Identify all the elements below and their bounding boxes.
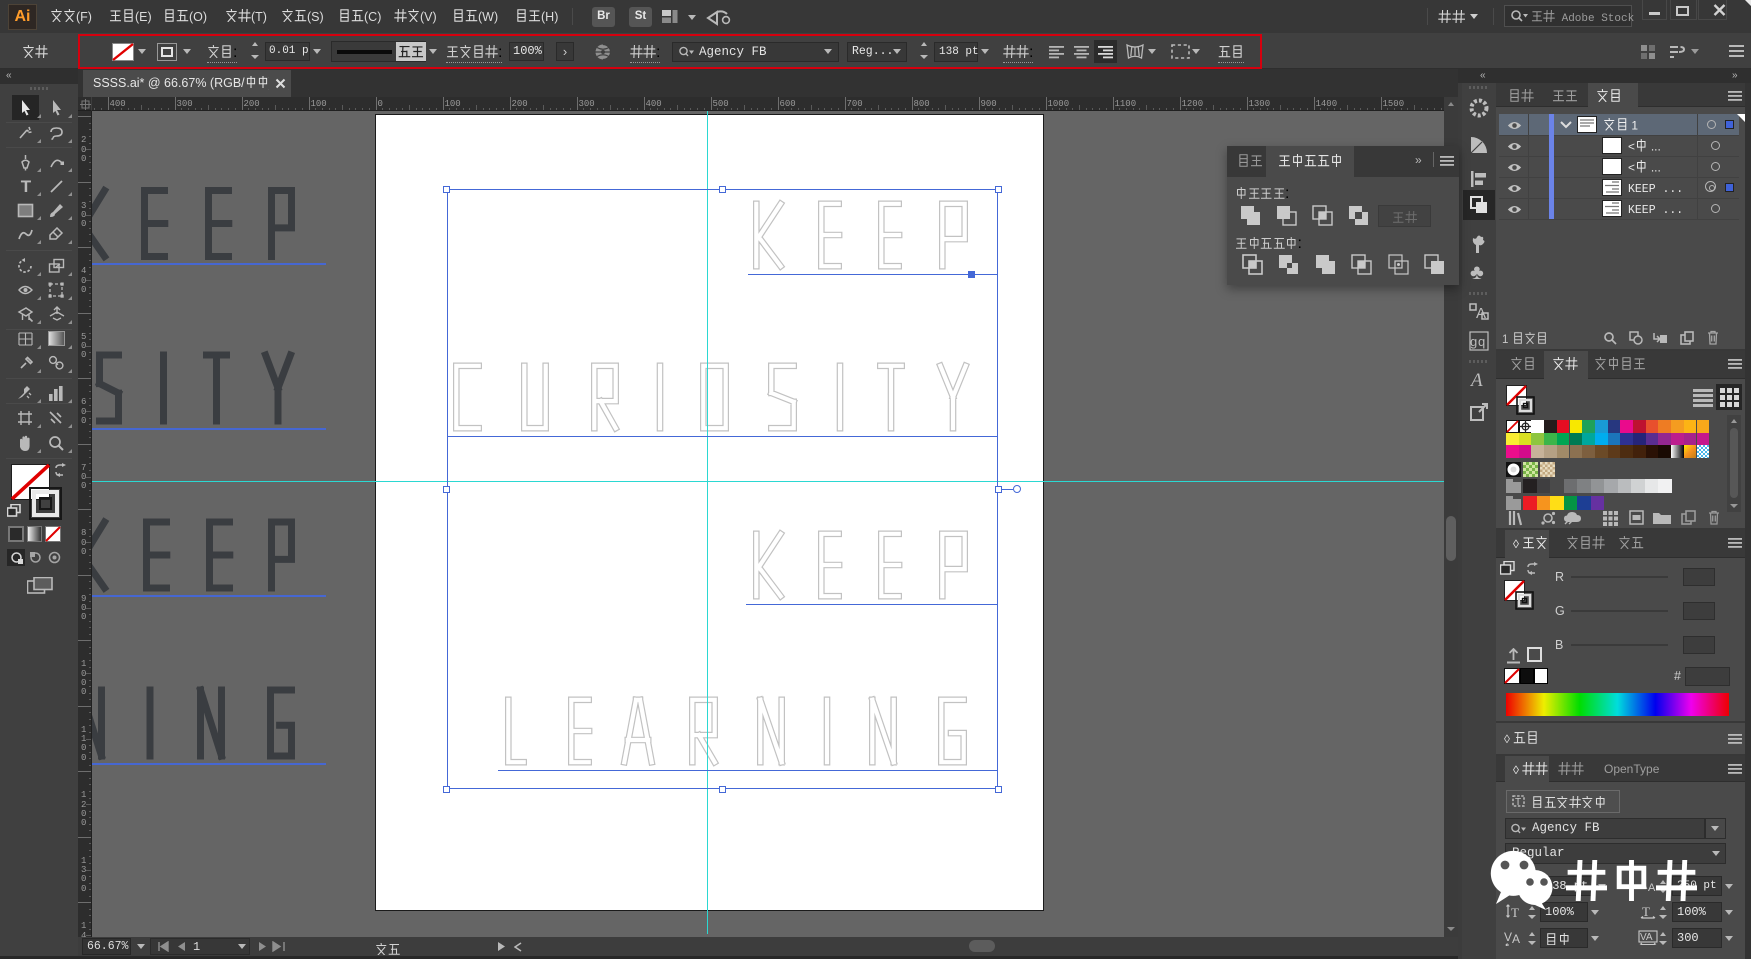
svg-text:g: g	[1470, 334, 1477, 349]
svg-text:T: T	[1515, 797, 1521, 808]
svg-text:VA: VA	[1640, 932, 1653, 943]
svg-text:V: V	[1504, 930, 1512, 944]
svg-text:T: T	[1642, 904, 1650, 919]
svg-text:A: A	[1512, 932, 1520, 946]
svg-text:q: q	[1478, 334, 1485, 349]
